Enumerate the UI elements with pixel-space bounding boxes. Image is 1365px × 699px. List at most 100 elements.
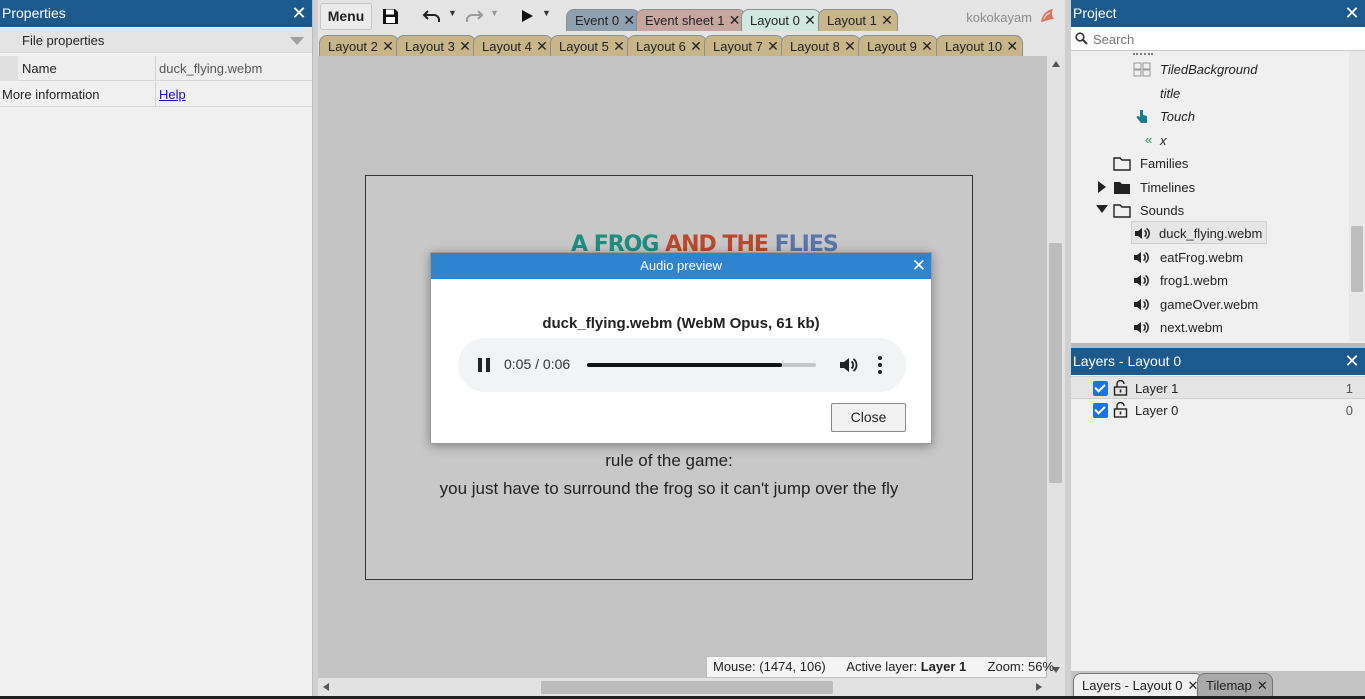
close-icon[interactable]: ✕ — [382, 36, 394, 57]
toolbar: Menu ▼ ▼ ▼ Event 0 ✕ Event sheet 1 ✕ Layou… — [318, 0, 1070, 56]
layer-row[interactable]: Layer 1 1 — [1071, 376, 1365, 399]
layer-index: 0 — [1345, 403, 1353, 418]
undo-dropdown-icon[interactable]: ▼ — [448, 8, 457, 18]
tab-layout-3[interactable]: Layout 3 ✕ — [396, 35, 476, 56]
help-link[interactable]: Help — [155, 82, 186, 107]
rule-description-text: you just have to surround the frog so it… — [439, 479, 899, 498]
save-icon[interactable] — [382, 8, 399, 25]
close-icon[interactable]: ✕ — [844, 36, 856, 57]
name-value: duck_flying.webm — [155, 56, 262, 81]
properties-close-button[interactable]: ✕ — [290, 0, 308, 26]
menu-button[interactable]: Menu — [320, 3, 372, 30]
close-icon[interactable]: ✕ — [881, 10, 893, 31]
unlock-icon[interactable] — [1113, 380, 1128, 396]
mouse-label: Mouse: — [713, 659, 756, 674]
active-layer-label: Active layer: — [846, 659, 918, 674]
close-icon[interactable]: ✕ — [921, 36, 933, 57]
mouse-position: (1474, 106) — [759, 659, 826, 674]
tab-label: Layout 3 — [405, 39, 455, 54]
close-icon[interactable]: ✕ — [1006, 36, 1018, 57]
tab-layout-7[interactable]: Layout 7 ✕ — [704, 35, 784, 56]
file-properties-category[interactable]: File properties — [0, 28, 312, 53]
tree-item-label: next.webm — [1160, 320, 1223, 335]
tab-layout-1[interactable]: Layout 1 ✕ — [818, 9, 898, 31]
tree-item-duck-flying[interactable]: duck_flying.webm — [1131, 221, 1267, 244]
expand-triangle-icon[interactable] — [1098, 181, 1106, 193]
project-search-input[interactable] — [1091, 29, 1341, 49]
zoom-value: 56% — [1028, 659, 1055, 674]
folder-filled-icon — [1114, 182, 1130, 194]
tab-layout-9[interactable]: Layout 9 ✕ — [858, 35, 938, 56]
playback-time: 0:05 / 0:06 — [504, 356, 571, 372]
more-information-label: More information — [2, 87, 100, 102]
more-options-icon[interactable] — [877, 356, 883, 374]
close-button[interactable]: Close — [831, 403, 906, 432]
scroll-up-icon[interactable] — [1052, 61, 1060, 67]
close-icon[interactable]: ✕ — [804, 10, 816, 31]
row-indent — [0, 56, 18, 81]
play-icon[interactable] — [521, 9, 534, 23]
tab-layout-8[interactable]: Layout 8 ✕ — [781, 35, 861, 56]
layers-title-bar: Layers - Layout 0 ✕ — [1071, 348, 1365, 375]
redo-dropdown-icon[interactable]: ▼ — [490, 8, 499, 18]
tab-label: Layout 8 — [790, 39, 840, 54]
playback-progress-slider[interactable] — [587, 363, 816, 367]
tree-item-label: Families — [1140, 156, 1189, 171]
tab-label: Tilemap — [1206, 678, 1252, 693]
close-icon[interactable]: ✕ — [459, 36, 471, 57]
tree-item-label: Sounds — [1140, 203, 1185, 218]
sound-icon — [1134, 298, 1149, 311]
play-dropdown-icon[interactable]: ▼ — [542, 8, 551, 18]
pause-icon[interactable] — [478, 358, 490, 372]
dialog-close-icon[interactable]: ✕ — [912, 253, 926, 278]
collapse-triangle-icon[interactable] — [290, 37, 304, 45]
redo-icon[interactable] — [464, 8, 484, 24]
scroll-right-icon[interactable] — [1036, 683, 1042, 691]
layers-close-button[interactable]: ✕ — [1343, 348, 1361, 374]
collapse-triangle-icon[interactable] — [1096, 205, 1108, 213]
tab-event-sheet-1[interactable]: Event sheet 1 ✕ — [636, 9, 746, 31]
close-icon[interactable]: ✕ — [536, 36, 548, 57]
tree-item-label: TiledBackground — [1160, 62, 1258, 77]
close-icon[interactable]: ✕ — [690, 36, 702, 57]
volume-icon[interactable] — [838, 356, 858, 374]
scroll-left-icon[interactable] — [323, 683, 329, 691]
sound-icon — [1135, 227, 1150, 240]
search-icon — [1075, 32, 1088, 45]
folder-icon — [1113, 204, 1131, 218]
tab-layout-0[interactable]: Layout 0 ✕ — [741, 9, 821, 31]
tree-item-label: frog1.webm — [1160, 273, 1228, 288]
close-icon[interactable]: ✕ — [613, 36, 625, 57]
close-icon[interactable]: ✕ — [623, 10, 635, 31]
tab-layers-layout-0[interactable]: Layers - Layout 0 ✕ — [1073, 673, 1204, 697]
unlock-icon[interactable] — [1113, 402, 1128, 418]
layer-visible-checkbox[interactable] — [1093, 381, 1108, 396]
tab-layout-5[interactable]: Layout 5 ✕ — [550, 35, 630, 56]
tab-tilemap[interactable]: Tilemap ✕ — [1197, 673, 1273, 697]
tab-label: Layout 0 — [750, 13, 800, 28]
tab-layout-4[interactable]: Layout 4 ✕ — [473, 35, 553, 56]
layer-row[interactable]: Layer 0 0 — [1071, 399, 1365, 422]
horizontal-scroll-thumb[interactable] — [541, 681, 833, 694]
close-icon[interactable]: ✕ — [1257, 674, 1268, 698]
tree-item-label: eatFrog.webm — [1160, 250, 1244, 265]
close-icon[interactable]: ✕ — [729, 10, 741, 31]
tab-event-0[interactable]: Event 0 ✕ — [566, 9, 641, 31]
tab-label: Layout 2 — [328, 39, 378, 54]
undo-icon[interactable] — [422, 8, 442, 24]
project-scroll-thumb[interactable] — [1351, 226, 1363, 292]
close-icon[interactable]: ✕ — [767, 36, 779, 57]
tab-layout-2[interactable]: Layout 2 ✕ — [319, 35, 399, 56]
vertical-scroll-thumb[interactable] — [1049, 243, 1062, 483]
layer-visible-checkbox[interactable] — [1093, 403, 1108, 418]
active-layer-value: Layer 1 — [920, 659, 967, 674]
tab-layout-6[interactable]: Layout 6 ✕ — [627, 35, 707, 56]
user-avatar-icon[interactable] — [1038, 7, 1056, 25]
tab-layout-10[interactable]: Layout 10 ✕ — [936, 35, 1024, 57]
project-close-button[interactable]: ✕ — [1343, 0, 1361, 26]
tree-item-label: duck_flying.webm — [1159, 226, 1263, 241]
project-scrollbar[interactable] — [1349, 51, 1365, 341]
tab-label: Event 0 — [575, 13, 620, 28]
audio-file-info: duck_flying.webm (WebM Opus, 61 kb) — [542, 315, 820, 332]
tab-label: Event sheet 1 — [645, 13, 725, 28]
